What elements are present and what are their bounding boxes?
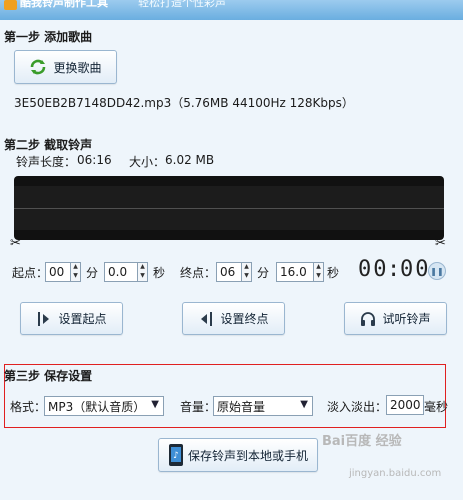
timer-seconds: 00 xyxy=(400,257,431,282)
save-ringtone-label: 保存铃声到本地或手机 xyxy=(187,448,308,463)
step3-heading: 第三步 保存设置 xyxy=(4,369,93,383)
change-song-label: 更换歌曲 xyxy=(53,60,102,75)
start-sec-stepper[interactable]: ▲ ▼ xyxy=(138,262,148,282)
headphones-icon xyxy=(360,311,376,327)
set-end-label: 设置终点 xyxy=(220,312,269,326)
window-title: 酷我铃声制作工具 xyxy=(20,0,108,9)
chevron-down-icon: ▼ xyxy=(151,399,159,410)
fade-unit: 毫秒 xyxy=(424,400,449,414)
set-end-icon xyxy=(198,311,214,327)
format-label: 格式： xyxy=(10,400,47,414)
end-marker-icon[interactable]: ✂ xyxy=(435,236,446,251)
volume-select[interactable]: 原始音量 ▼ xyxy=(213,396,313,416)
duration-value: 06:16 xyxy=(77,153,112,167)
timer-minutes: 00 xyxy=(358,257,389,282)
start-marker-icon[interactable]: ✂ xyxy=(10,236,21,251)
end-sec-stepper[interactable]: ▲ ▼ xyxy=(314,262,324,282)
svg-text:♪: ♪ xyxy=(173,451,179,461)
window-subtitle: 轻松打造个性彩声 xyxy=(138,0,226,9)
volume-value: 原始音量 xyxy=(217,399,266,414)
volume-label: 音量： xyxy=(180,400,217,414)
pause-button[interactable]: ❚❚ xyxy=(428,262,446,280)
waveform-center-line xyxy=(14,208,444,209)
set-start-button[interactable]: 设置起点 xyxy=(20,302,123,335)
start-sec-input[interactable]: 0.0 xyxy=(104,262,138,282)
start-min-stepper[interactable]: ▲ ▼ xyxy=(71,262,81,282)
start-min-unit: 分 xyxy=(86,266,99,280)
fade-input[interactable]: 2000 xyxy=(386,395,424,415)
phone-music-icon: ♪ xyxy=(168,443,184,467)
start-label: 起点： xyxy=(12,266,49,280)
end-min-unit: 分 xyxy=(257,266,270,280)
baidu-watermark: Bai百度 经验 xyxy=(322,434,402,449)
end-min-input[interactable]: 06 xyxy=(216,262,242,282)
set-start-icon xyxy=(36,311,52,327)
chevron-down-icon: ▼ xyxy=(300,399,308,410)
size-value: 6.02 MB xyxy=(165,153,215,167)
start-min-input[interactable]: 00 xyxy=(45,262,71,282)
start-sec-unit: 秒 xyxy=(153,266,166,280)
step2-heading: 第二步 截取铃声 xyxy=(4,138,93,152)
format-select[interactable]: MP3（默认音质） ▼ xyxy=(44,396,164,416)
save-ringtone-button[interactable]: ♪ 保存铃声到本地或手机 xyxy=(158,438,318,472)
watermark-url: jingyan.baidu.com xyxy=(349,468,442,479)
duration-label: 铃声长度： xyxy=(16,155,77,169)
preview-ringtone-button[interactable]: 试听铃声 xyxy=(344,302,447,335)
set-end-button[interactable]: 设置终点 xyxy=(182,302,285,335)
step1-heading: 第一步 添加歌曲 xyxy=(4,30,93,44)
end-sec-input[interactable]: 16.0 xyxy=(276,262,314,282)
end-label: 终点： xyxy=(180,266,217,280)
preview-ringtone-label: 试听铃声 xyxy=(382,312,431,326)
pause-icon: ❚❚ xyxy=(430,266,444,276)
end-sec-unit: 秒 xyxy=(327,266,340,280)
format-value: MP3（默认音质） xyxy=(48,399,146,414)
change-song-button[interactable]: 更换歌曲 xyxy=(14,50,117,84)
app-logo-icon xyxy=(4,0,17,10)
file-info: 3E50EB2B7148DD42.mp3（5.76MB 44100Hz 128K… xyxy=(14,96,354,110)
refresh-icon xyxy=(29,58,47,76)
end-min-stepper[interactable]: ▲ ▼ xyxy=(242,262,252,282)
set-start-label: 设置起点 xyxy=(58,312,107,326)
size-label: 大小： xyxy=(129,155,166,169)
fade-label: 淡入淡出： xyxy=(327,400,388,414)
